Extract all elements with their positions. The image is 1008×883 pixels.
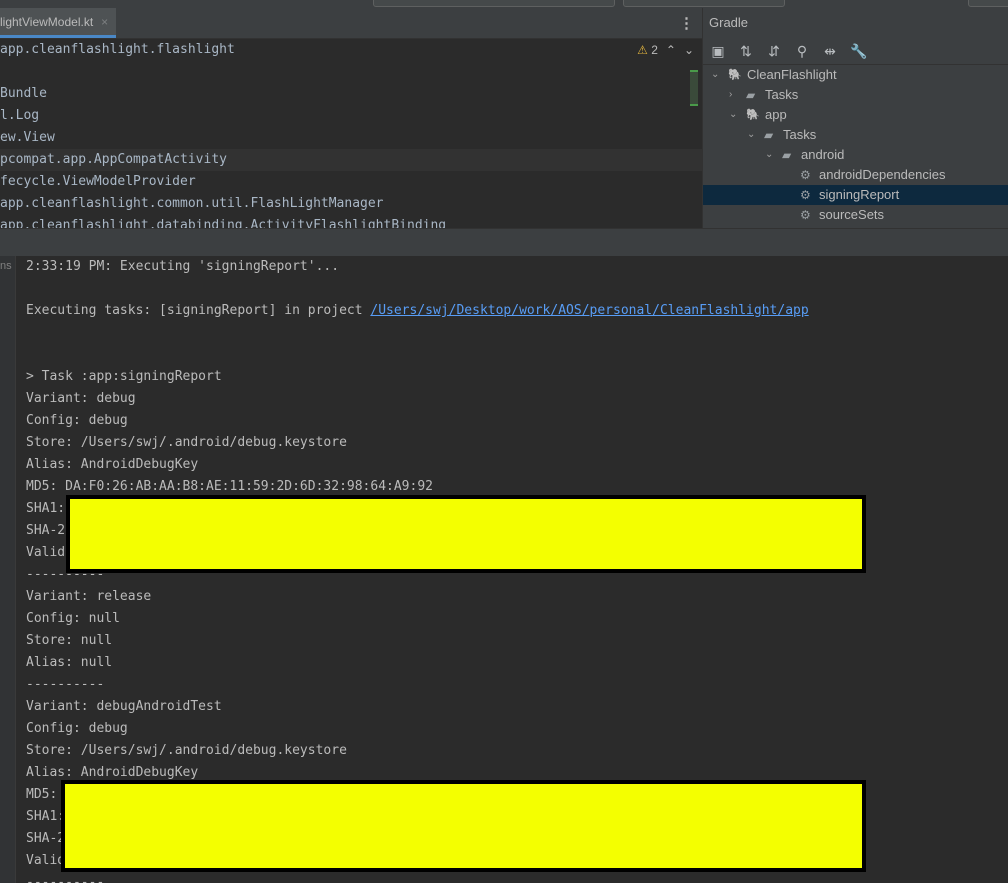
gradle-tree-item[interactable]: ⚙ signingReport [703,185,1008,205]
previous-highlight-icon[interactable]: ⌃ [666,43,676,57]
tab-title: lightViewModel.kt [0,14,94,29]
toggle-offline-icon[interactable]: ⇹ [822,43,838,60]
code-line: ew.View [0,130,55,145]
console-gutter: ns [0,256,16,883]
run-config-box[interactable] [373,0,615,7]
console-line: ---------- [26,875,105,883]
next-highlight-icon[interactable]: ⌄ [684,43,694,57]
code-editor: lightViewModel.kt × ⋮ ⚠ 2 ⌃ ⌄ app.cleanf… [0,8,702,228]
console-line: Store: /Users/swj/.android/debug.keystor… [26,743,347,758]
gradle-tree-item[interactable]: ⌄ 🐘 app [703,105,1008,125]
code-line: app.cleanflashlight.databinding.Activity… [0,218,447,228]
console-line: Config: null [26,611,120,626]
tree-item-label: CleanFlashlight [747,67,837,82]
gradle-toolbar: ▣ ⇅ ⇵ ⚲ ⇹ 🔧 [703,38,1008,65]
chevron-down-icon[interactable]: ⌄ [765,145,773,165]
redaction-box [66,495,866,573]
elephant-icon: 🐘 [728,69,742,81]
console-line: ---------- [26,677,105,692]
tree-item-label: sourceSets [819,207,885,222]
console-line-executing: Executing tasks: [signingReport] in proj… [26,300,809,322]
editor-tab[interactable]: lightViewModel.kt × [0,8,117,38]
gradle-tree-item[interactable]: › ▰ Tasks [703,85,1008,105]
expand-all-icon[interactable]: ⇅ [738,43,754,60]
code-line: l.Log [0,108,40,123]
code-line: app.cleanflashlight.common.util.FlashLig… [0,196,384,211]
console-line: Store: /Users/swj/.android/debug.keystor… [26,435,347,450]
chevron-down-icon[interactable]: ⌄ [747,125,755,145]
gradle-tree-item[interactable]: ⌄ 🐘 CleanFlashlight [703,65,1008,85]
console-line: > Task :app:signingReport [26,369,222,384]
folder-gear-icon: ▰ [746,88,756,102]
gradle-tree-item[interactable]: ⚙ sourceSets [703,205,1008,225]
collapse-all-icon[interactable]: ⇵ [766,43,782,60]
scrollbar-marker[interactable] [690,70,698,106]
chevron-down-icon[interactable]: ⌄ [711,65,719,85]
warning-count: 2 [651,43,658,57]
gradle-tree-item[interactable]: ⌄ ▰ android [703,145,1008,165]
project-path-link[interactable]: /Users/swj/Desktop/work/AOS/personal/Cle… [370,303,808,318]
code-line: Bundle [0,86,47,101]
gradle-panel: Gradle ▣ ⇅ ⇵ ⚲ ⇹ 🔧 ⌄ 🐘 CleanFlashlight › ▰ Ta… [702,8,1008,228]
tree-item-label: Tasks [765,87,799,102]
redaction-box [61,780,866,872]
analyze-dependencies-icon[interactable]: ⚲ [794,43,810,60]
tree-item-label: androidDependencies [819,167,946,182]
gradle-title: Gradle [709,15,749,30]
gradle-tree-item[interactable]: ⚙ androidDependencies [703,165,1008,185]
gear-icon: ⚙ [800,188,811,202]
run-task-icon[interactable]: ▣ [710,43,726,60]
code-lines[interactable]: app.cleanflashlight.flashlight Bundle l.… [0,39,702,228]
main-toolbar-strip [0,0,1008,8]
run-console: ns 2:33:19 PM: Executing 'signingReport'… [0,256,1008,883]
warning-icon: ⚠ [637,43,648,57]
code-line: app.cleanflashlight.flashlight [0,42,235,57]
exec-prefix: Executing tasks: [signingReport] in proj… [26,303,371,318]
chevron-down-icon[interactable]: ⌄ [729,105,737,125]
console-line: Alias: null [26,655,113,670]
build-settings-icon[interactable]: 🔧 [850,43,867,60]
inspection-widget[interactable]: ⚠ 2 ⌃ ⌄ [637,43,694,57]
console-line: Config: debug [26,721,128,736]
console-line: Config: debug [26,413,128,428]
elephant-icon: 🐘 [746,109,760,121]
tree-item-label: app [765,107,787,122]
console-line: Alias: AndroidDebugKey [26,457,199,472]
tree-item-label: signingReport [819,187,900,202]
gradle-tree-item[interactable]: ⌄ ▰ Tasks [703,125,1008,145]
gear-icon: ⚙ [800,208,811,222]
folder-gear-icon: ▰ [764,128,774,142]
console-line: Store: null [26,633,113,648]
gradle-tree: ⌄ 🐘 CleanFlashlight › ▰ Tasks ⌄ 🐘 app ⌄ ▰ Tasks ⌄ ▰ an… [703,65,1008,225]
more-options-icon[interactable]: ⋮ [679,14,694,32]
console-line: Variant: debug [26,391,136,406]
console-line: Variant: release [26,589,152,604]
gear-icon: ⚙ [800,168,811,182]
editor-tab-bar: lightViewModel.kt × ⋮ [0,8,702,39]
tree-item-label: Tasks [783,127,817,142]
close-icon[interactable]: × [101,15,108,29]
code-line-current: pcompat.app.AppCompatActivity [0,149,702,171]
chevron-right-icon[interactable]: › [729,85,732,105]
panel-divider[interactable] [0,228,1008,258]
device-selector-box[interactable] [623,0,785,7]
code-line-text: pcompat.app.AppCompatActivity [0,152,227,167]
console-line: Variant: debugAndroidTest [26,699,222,714]
tree-item-label: android [801,147,845,162]
search-box[interactable] [968,0,1008,7]
console-line: 2:33:19 PM: Executing 'signingReport'... [26,259,340,274]
code-line: fecycle.ViewModelProvider [0,174,196,189]
gutter-label: ns [0,260,12,272]
folder-gear-icon: ▰ [782,148,792,162]
